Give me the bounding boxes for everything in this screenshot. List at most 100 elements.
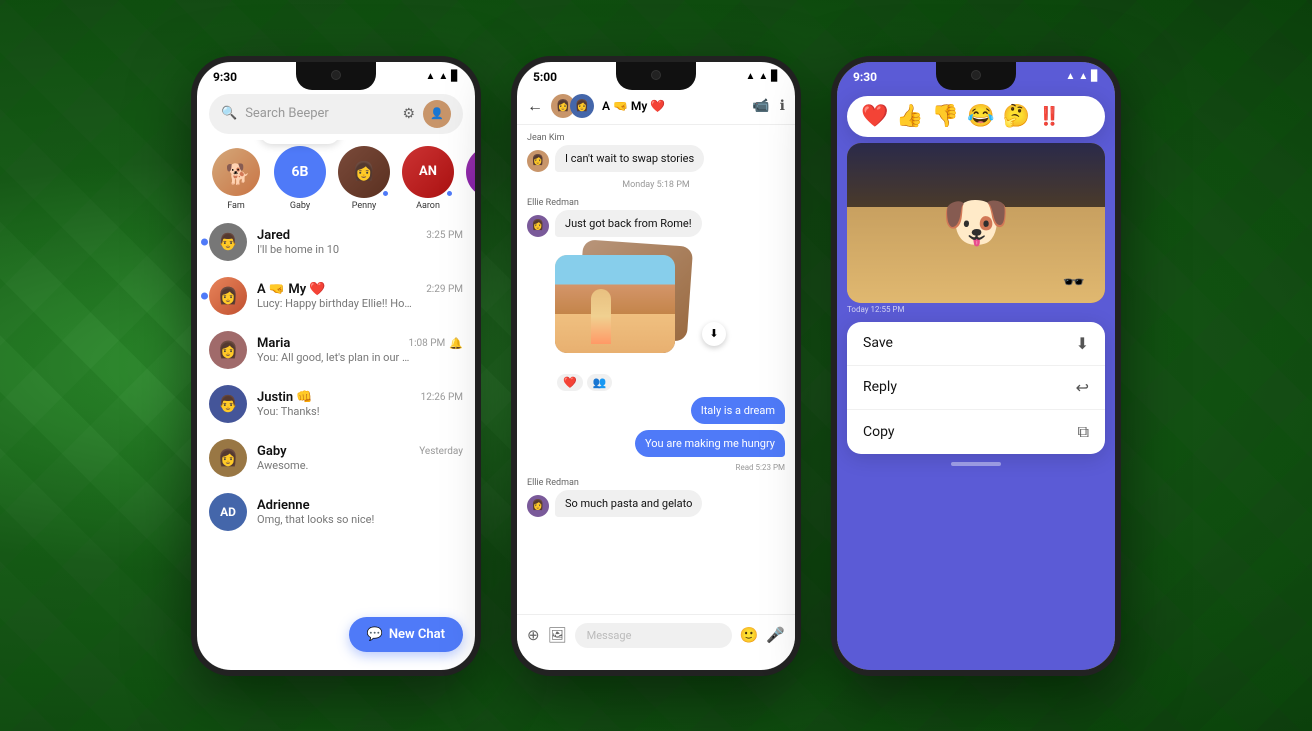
story-fam[interactable]: 🐕 Fam <box>209 146 263 211</box>
chat-time-justin: 12:26 PM <box>421 392 463 403</box>
video-call-icon[interactable]: 📹 <box>752 98 769 114</box>
camera-3 <box>971 70 981 80</box>
story-gaby[interactable]: Welcome toblue bubbles! 6B Gaby <box>273 146 327 211</box>
chat-name-amy: A 🤜 My ❤️ <box>257 282 326 297</box>
message-input[interactable]: Message <box>575 623 732 648</box>
sunglasses-emoji: 🕶️ <box>1063 272 1085 293</box>
reaction-laugh-btn[interactable]: 😂 <box>967 104 994 129</box>
copy-label: Copy <box>863 424 895 440</box>
status-icons-2: ▲ ▲ ▊ <box>745 71 779 82</box>
msg-group-jean: Jean Kim 👩 I can't wait to swap stories <box>527 133 785 172</box>
reaction-thumbsup-btn[interactable]: 👍 <box>896 104 923 129</box>
reaction-heart[interactable]: ❤️ <box>557 374 583 391</box>
save-icon: ⬇ <box>1076 334 1089 353</box>
mute-icon: 🔔 <box>449 337 463 350</box>
chat-item-justin[interactable]: 👨 Justin 👊 12:26 PM You: Thanks! <box>197 377 475 431</box>
chat-name-row-jared: Jared 3:25 PM <box>257 228 463 243</box>
chat-item-adrienne[interactable]: AD Adrienne Omg, that looks so nice! <box>197 485 475 539</box>
msg-outgoing-1: Italy is a dream <box>691 397 785 424</box>
ellie-avatar-2: 👩 <box>527 495 549 517</box>
status-icons-1: ▲ ▲ ▊ <box>425 71 459 82</box>
story-name-penny: Penny <box>352 201 377 211</box>
screen-1: 9:30 ▲ ▲ ▊ 🔍 Search Beeper ⚙ 👤 🐕 Fam <box>197 62 475 670</box>
penny-avatar: 👩 <box>338 146 390 198</box>
message-timestamp: Today 12:55 PM <box>837 303 1115 316</box>
screen-3: 9:30 ▲ ▲ ▊ ❤️ 👍 👎 😂 🤔 ‼️ 🐶 <box>837 62 1115 670</box>
story-aaron[interactable]: AN Aaron <box>401 146 455 211</box>
chat-item-amy[interactable]: 👩 A 🤜 My ❤️ 2:29 PM Lucy: Happy birthday… <box>197 269 475 323</box>
emoji-icon[interactable]: 🙂 <box>740 626 759 644</box>
img-stack-wrap: ⬇ <box>555 243 710 368</box>
download-button[interactable]: ⬇ <box>702 322 726 346</box>
chat-info-adrienne: Adrienne Omg, that looks so nice! <box>257 498 463 526</box>
reaction-think-btn[interactable]: 🤔 <box>1003 104 1030 129</box>
chat-item-gaby[interactable]: 👩 Gaby Yesterday Awesome. <box>197 431 475 485</box>
camera-1 <box>331 70 341 80</box>
signal-icon-2: ▲ <box>758 71 768 82</box>
wifi-icon-3: ▲ <box>1065 71 1075 82</box>
wifi-icon: ▲ <box>425 71 435 82</box>
chat-item-maria[interactable]: 👩 Maria 1:08 PM 🔔 You: All good, let's p… <box>197 323 475 377</box>
info-icon[interactable]: ℹ <box>780 98 785 114</box>
msg-group-ellie-2: Ellie Redman 👩 So much pasta and gelato <box>527 478 785 517</box>
chat-time-gaby: Yesterday <box>419 446 463 457</box>
fam-icon: 🐕 <box>212 148 262 198</box>
reply-icon: ↩ <box>1076 378 1089 397</box>
msg-jean-row: 👩 I can't wait to swap stories <box>527 145 785 172</box>
chat-preview-gaby: Awesome. <box>257 459 417 472</box>
aaron-avatar: AN <box>402 146 454 198</box>
chat-name-row-gaby: Gaby Yesterday <box>257 444 463 459</box>
phone-2: 5:00 ▲ ▲ ▊ ← 👩 👩 A 🤜 My ❤️ 📹 ℹ J <box>511 56 801 676</box>
msg-hungry-bubble: You are making me hungry <box>635 430 785 457</box>
settings-icon[interactable]: ⚙ <box>402 106 415 122</box>
maria-time-row: 1:08 PM 🔔 <box>408 337 463 350</box>
battery-icon-2: ▊ <box>771 71 779 82</box>
new-chat-button[interactable]: 💬 New Chat <box>349 617 463 652</box>
context-reply[interactable]: Reply ↩ <box>847 366 1105 410</box>
msg-sender-ellie-1: Ellie Redman <box>527 198 785 208</box>
back-button[interactable]: ← <box>527 96 543 116</box>
chat-info-maria: Maria 1:08 PM 🔔 You: All good, let's pla… <box>257 336 463 364</box>
img-front <box>555 255 675 353</box>
context-save[interactable]: Save ⬇ <box>847 322 1105 366</box>
reaction-faces[interactable]: 👥 <box>587 374 613 391</box>
search-icon: 🔍 <box>221 106 237 121</box>
msg-image-row: 👩 ⬇ <box>527 243 785 368</box>
dog-emoji: 🐶 <box>942 191 1010 255</box>
chat-time-jared: 3:25 PM <box>426 230 463 241</box>
chat-info-amy: A 🤜 My ❤️ 2:29 PM Lucy: Happy birthday E… <box>257 282 463 310</box>
penny-unread-dot <box>382 190 389 197</box>
reaction-heart-btn[interactable]: ❤️ <box>861 104 888 129</box>
context-copy[interactable]: Copy ⧉ <box>847 410 1105 454</box>
time-3: 9:30 <box>853 70 877 84</box>
wifi-icon-2: ▲ <box>745 71 755 82</box>
battery-icon-3: ▊ <box>1091 71 1099 82</box>
reaction-thumbsdown-btn[interactable]: 👎 <box>932 104 959 129</box>
chat-time-maria: 1:08 PM <box>408 338 445 349</box>
reaction-popup: ❤️ 👍 👎 😂 🤔 ‼️ <box>847 96 1105 137</box>
drink-glass <box>591 289 611 344</box>
header-action-icons: 📹 ℹ <box>752 98 785 114</box>
mic-icon[interactable]: 🎤 <box>766 626 785 644</box>
story-name-aaron: Aaron <box>416 201 440 211</box>
chat-info-gaby: Gaby Yesterday Awesome. <box>257 444 463 472</box>
time-1: 9:30 <box>213 70 237 84</box>
msg-ellie-2-row: 👩 So much pasta and gelato <box>527 490 785 517</box>
chat-item-jared[interactable]: 👨 Jared 3:25 PM I'll be home in 10 <box>197 215 475 269</box>
chat-name-row-maria: Maria 1:08 PM 🔔 <box>257 336 463 351</box>
search-bar[interactable]: 🔍 Search Beeper ⚙ 👤 <box>209 94 463 134</box>
story-tori[interactable]: TS Tori <box>465 146 475 211</box>
gaby-avatar-wrap: Welcome toblue bubbles! 6B <box>274 146 326 198</box>
new-chat-label: New Chat <box>389 627 445 642</box>
image-icon[interactable]: 🖼 <box>548 626 567 644</box>
tori-avatar: TS <box>466 146 475 198</box>
reply-label: Reply <box>863 379 897 395</box>
signal-icon-3: ▲ <box>1078 71 1088 82</box>
story-penny[interactable]: 👩 Penny <box>337 146 391 211</box>
add-icon[interactable]: ⊕ <box>527 626 540 644</box>
chat-name-adrienne: Adrienne <box>257 498 310 513</box>
msg-ellie-1-row: 👩 Just got back from Rome! <box>527 210 785 237</box>
reaction-exclaim-btn[interactable]: ‼️ <box>1038 106 1060 127</box>
ellie-avatar-1: 👩 <box>527 215 549 237</box>
user-avatar[interactable]: 👤 <box>423 100 451 128</box>
